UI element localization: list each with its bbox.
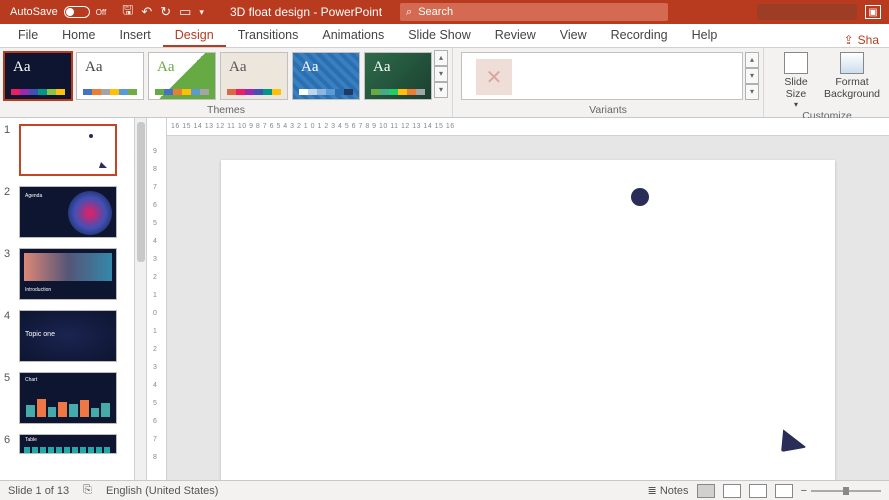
no-variant-icon: ✕	[476, 59, 512, 95]
slide-number: 5	[4, 372, 14, 424]
present-icon[interactable]: ▭	[179, 4, 191, 20]
slide-number: 3	[4, 248, 14, 300]
autosave-state: Off	[96, 8, 107, 17]
gallery-down-icon[interactable]: ▾	[434, 66, 448, 82]
tab-transitions[interactable]: Transitions	[226, 24, 311, 47]
format-bg-icon	[840, 52, 864, 74]
gallery-up-icon[interactable]: ▴	[434, 50, 448, 66]
document-title: 3D float design - PowerPoint	[230, 5, 382, 19]
slide-thumbnail[interactable]	[19, 124, 117, 176]
horizontal-ruler: 16 15 14 13 12 11 10 9 8 7 6 5 4 3 2 1 0…	[167, 118, 889, 136]
slide-number: 4	[4, 310, 14, 362]
theme-option[interactable]: Aa	[4, 52, 72, 100]
autosave-toggle[interactable]	[64, 6, 90, 18]
tab-slideshow[interactable]: Slide Show	[396, 24, 483, 47]
search-box[interactable]: ⌕	[400, 3, 668, 21]
theme-option[interactable]: Aa	[148, 52, 216, 100]
tab-review[interactable]: Review	[483, 24, 548, 47]
slide-size-icon	[784, 52, 808, 74]
accessibility-icon[interactable]: ⎘	[83, 484, 92, 497]
tab-home[interactable]: Home	[50, 24, 107, 47]
tab-animations[interactable]: Animations	[310, 24, 396, 47]
circle-shape[interactable]	[631, 188, 649, 206]
user-account[interactable]	[757, 4, 857, 20]
slide-thumbnail[interactable]: Topic one	[19, 310, 117, 362]
slide-size-button[interactable]: Slide Size ▾	[774, 52, 818, 109]
theme-option[interactable]: Aa	[220, 52, 288, 100]
gallery-more-icon[interactable]: ▾	[434, 82, 448, 98]
variant-down-icon[interactable]: ▾	[745, 68, 759, 84]
slide-thumbnail[interactable]: Table	[19, 434, 117, 454]
chevron-down-icon: ▾	[794, 100, 798, 109]
slide-counter[interactable]: Slide 1 of 13	[8, 485, 69, 497]
search-icon: ⌕	[406, 6, 412, 19]
theme-option[interactable]: Aa	[76, 52, 144, 100]
tab-recording[interactable]: Recording	[599, 24, 680, 47]
format-background-button[interactable]: Format Background	[824, 52, 880, 100]
save-icon[interactable]: 🖫	[122, 1, 133, 23]
zoom-out-icon[interactable]: −	[801, 485, 807, 497]
share-button[interactable]: ⇪ Sha	[844, 33, 883, 47]
reading-view-icon[interactable]	[749, 484, 767, 498]
slide-thumbnail[interactable]: Chart	[19, 372, 117, 424]
themes-gallery[interactable]: Aa Aa Aa Aa Aa	[4, 50, 432, 100]
ribbon-display-icon[interactable]: ▣	[865, 5, 881, 19]
variant-more-icon[interactable]: ▾	[745, 84, 759, 100]
tab-view[interactable]: View	[548, 24, 599, 47]
variants-group-label: Variants	[457, 103, 759, 117]
slide-thumbnail[interactable]: Agenda	[19, 186, 117, 238]
triangle-shape[interactable]	[777, 426, 806, 452]
theme-aa-text: Aa	[13, 59, 31, 76]
tab-insert[interactable]: Insert	[108, 24, 163, 47]
tab-help[interactable]: Help	[680, 24, 730, 47]
sorter-view-icon[interactable]	[723, 484, 741, 498]
search-input[interactable]	[418, 6, 662, 18]
theme-option[interactable]: Aa	[364, 52, 432, 100]
variant-up-icon[interactable]: ▴	[745, 52, 759, 68]
tab-file[interactable]: File	[6, 24, 50, 47]
qat-more-icon[interactable]: ▾	[199, 7, 204, 18]
language-status[interactable]: English (United States)	[106, 485, 219, 497]
slideshow-view-icon[interactable]	[775, 484, 793, 498]
share-icon: ⇪	[844, 33, 854, 47]
slide-number: 1	[4, 124, 14, 176]
slide-number: 2	[4, 186, 14, 238]
redo-icon[interactable]: ↻	[160, 4, 171, 20]
notes-button[interactable]: ≣ Notes	[648, 484, 689, 497]
undo-icon[interactable]: ↶	[141, 4, 152, 20]
theme-option[interactable]: Aa	[292, 52, 360, 100]
slide-panel[interactable]: 1 2 Agenda 3 Introduction 4 Topic one	[0, 118, 135, 480]
autosave-label: AutoSave	[10, 6, 58, 18]
zoom-slider[interactable]	[811, 490, 881, 492]
slide-thumbnail[interactable]: Introduction	[19, 248, 117, 300]
panel-scrollbar[interactable]	[135, 118, 147, 480]
slide-number: 6	[4, 434, 14, 454]
vertical-ruler: 98 76 54 32 10 12 34 56 78	[147, 118, 167, 480]
themes-group-label: Themes	[4, 103, 448, 117]
normal-view-icon[interactable]	[697, 484, 715, 498]
tab-design[interactable]: Design	[163, 24, 226, 47]
variants-gallery[interactable]: ✕	[461, 52, 743, 100]
slide-canvas[interactable]	[221, 160, 835, 480]
